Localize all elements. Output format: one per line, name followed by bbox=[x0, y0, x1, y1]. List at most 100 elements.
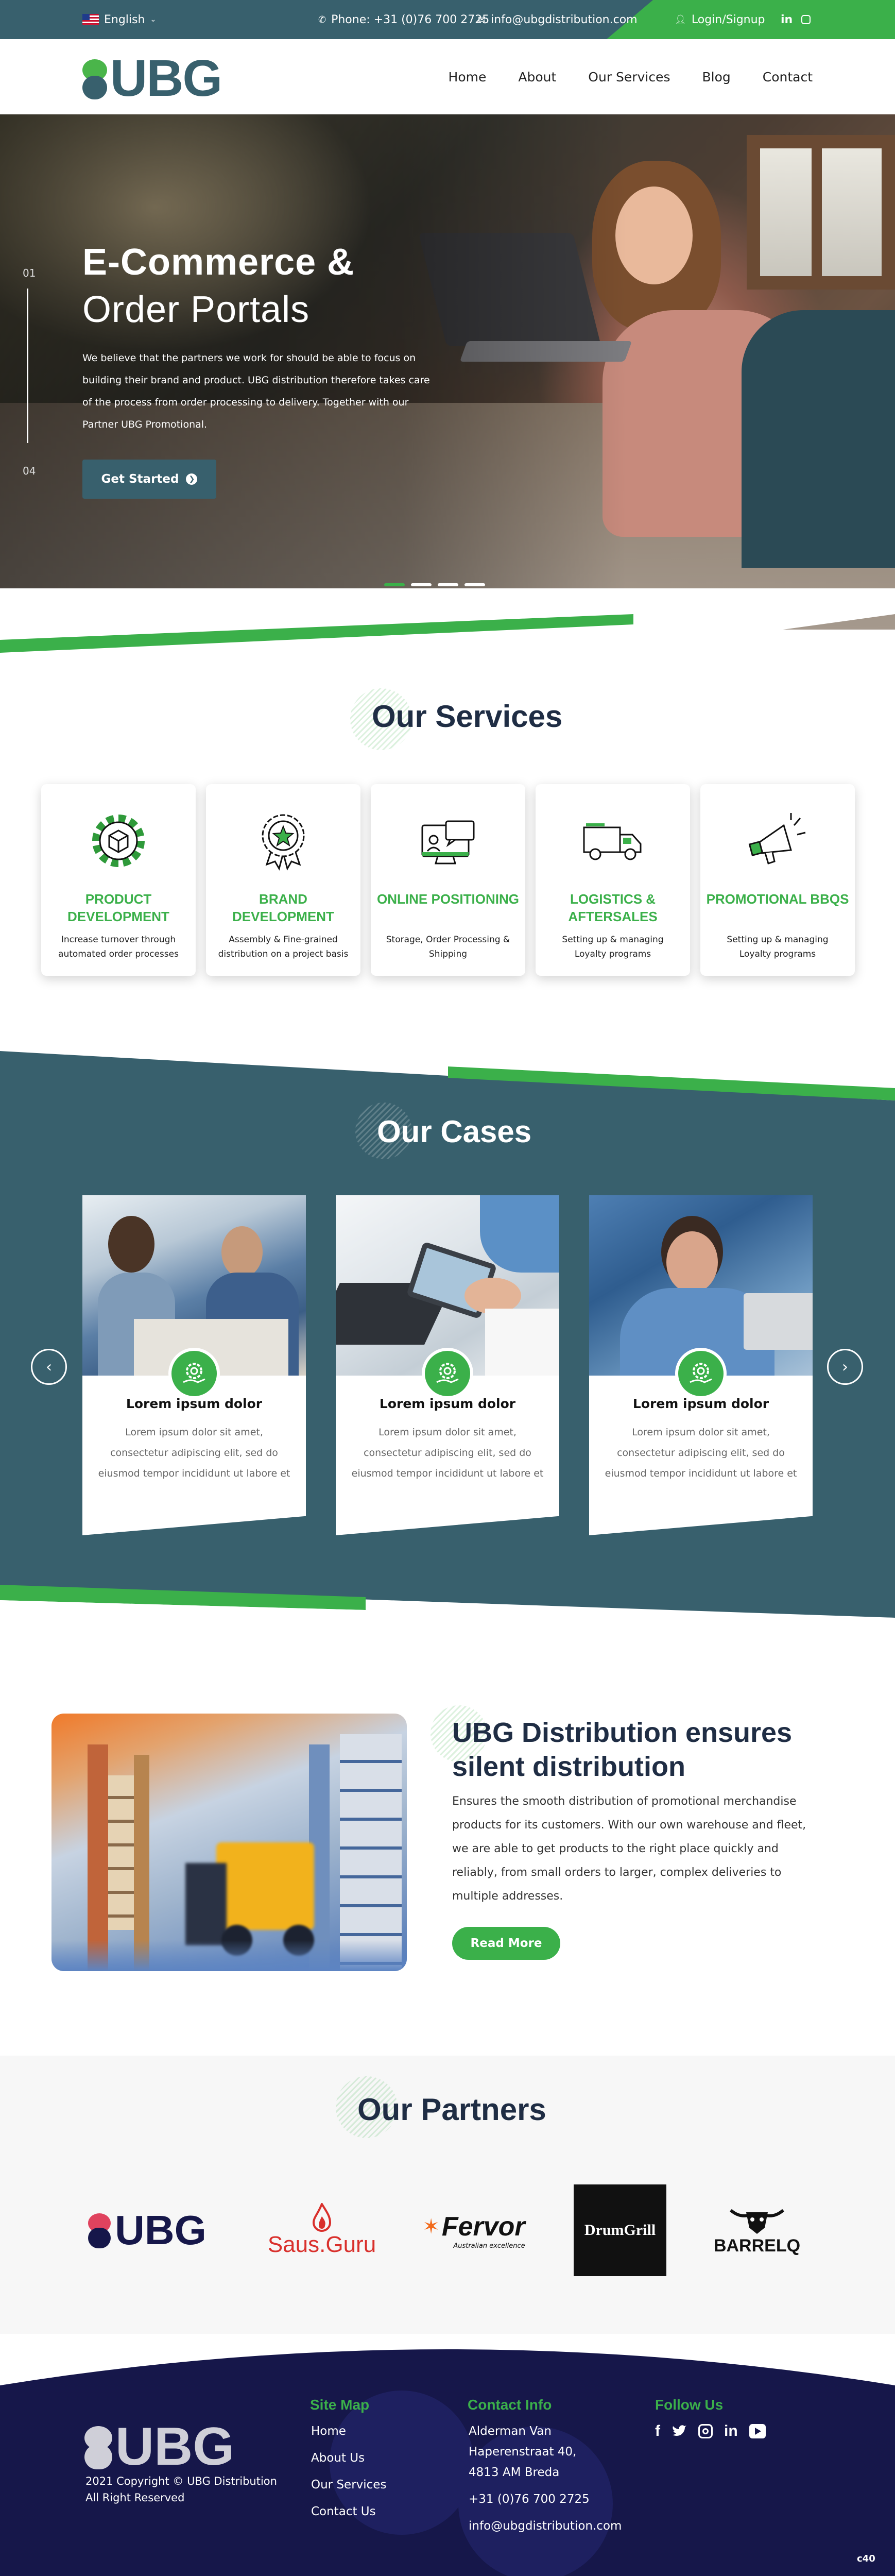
nav-blog[interactable]: Blog bbox=[702, 70, 730, 84]
partner-logo-ubg[interactable]: UBG bbox=[80, 2184, 214, 2276]
partner-logo-drumgrill[interactable]: DrumGrill bbox=[574, 2184, 666, 2276]
footer-link-contact[interactable]: Contact Us bbox=[311, 2505, 376, 2518]
service-card-promotional-bbqs[interactable]: PROMOTIONAL BBQS Setting up & managing L… bbox=[700, 784, 855, 976]
site-header: UBG Home About Our Services Blog Contact bbox=[0, 39, 895, 114]
partner-name: Saus.Guru bbox=[267, 2232, 376, 2257]
case-title: Lorem ipsum dolor bbox=[379, 1396, 516, 1411]
nav-about[interactable]: About bbox=[518, 70, 556, 84]
footer-link-about[interactable]: About Us bbox=[311, 2451, 365, 2465]
get-started-button[interactable]: Get Started ❯ bbox=[82, 460, 216, 499]
user-icon: 👤︎ bbox=[675, 14, 686, 25]
phone-link[interactable]: ✆ Phone: +31 (0)76 700 2725 bbox=[318, 0, 489, 39]
partner-logo-saus-guru[interactable]: Saus.Guru bbox=[257, 2184, 386, 2276]
nav-our-services[interactable]: Our Services bbox=[588, 70, 670, 84]
hero-description: We believe that the partners we work for… bbox=[82, 352, 430, 430]
footer-link-home[interactable]: Home bbox=[311, 2425, 346, 2438]
twitter-icon[interactable] bbox=[672, 2425, 687, 2438]
logo-mark-icon bbox=[88, 2212, 111, 2248]
instagram-link[interactable] bbox=[801, 0, 811, 39]
case-card[interactable]: Lorem ipsum dolor Lorem ipsum dolor sit … bbox=[82, 1195, 306, 1535]
cases-prev-button[interactable]: ‹ bbox=[31, 1349, 67, 1385]
linkedin-link[interactable]: in bbox=[781, 0, 793, 39]
footer-email[interactable]: info@ubgdistribution.com bbox=[469, 2519, 622, 2533]
email-text: info@ubgdistribution.com bbox=[491, 13, 638, 26]
partner-logo-fervor[interactable]: ✶ Fervor Australian excellence bbox=[412, 2184, 536, 2276]
read-more-button[interactable]: Read More bbox=[452, 1927, 560, 1960]
credit-text[interactable]: c40 bbox=[857, 2553, 875, 2564]
star-burst-icon: ✶ bbox=[422, 2214, 440, 2239]
footer-social-links: f in bbox=[655, 2422, 766, 2440]
service-card-online-positioning[interactable]: ONLINE POSITIONING Storage, Order Proces… bbox=[371, 784, 525, 976]
slider-dot-1[interactable] bbox=[384, 583, 405, 586]
footer-link-services[interactable]: Our Services bbox=[311, 2478, 386, 2492]
linkedin-icon: in bbox=[781, 13, 793, 26]
monitor-chat-icon bbox=[421, 820, 475, 865]
service-card-product-development[interactable]: PRODUCT DEVELOPMENT Increase turnover th… bbox=[41, 784, 196, 976]
youtube-icon[interactable] bbox=[749, 2424, 766, 2438]
service-title: PRODUCT DEVELOPMENT bbox=[67, 891, 169, 924]
cases-next-button[interactable]: › bbox=[827, 1349, 863, 1385]
nav-contact[interactable]: Contact bbox=[763, 70, 813, 84]
gear-hand-icon bbox=[422, 1348, 473, 1399]
slider-dot-4[interactable] bbox=[464, 583, 485, 586]
site-logo[interactable]: UBG bbox=[82, 49, 222, 107]
service-title: ONLINE POSITIONING bbox=[377, 891, 519, 907]
partners-title: Our Partners bbox=[357, 2092, 546, 2127]
services-title: Our Services bbox=[372, 699, 563, 734]
facebook-icon[interactable]: f bbox=[655, 2422, 660, 2440]
address-line-1: Alderman Van bbox=[469, 2425, 552, 2438]
footer-phone[interactable]: +31 (0)76 700 2725 bbox=[469, 2493, 590, 2506]
service-title: BRAND DEVELOPMENT bbox=[232, 891, 334, 924]
service-desc: Assembly & Fine-grained distribution on … bbox=[218, 935, 349, 959]
gear-hand-icon bbox=[168, 1348, 220, 1399]
case-title: Lorem ipsum dolor bbox=[126, 1396, 263, 1411]
email-link[interactable]: ✉ info@ubgdistribution.com bbox=[478, 0, 638, 39]
logo-text: UBG bbox=[110, 49, 222, 107]
language-selector[interactable]: English ⌄ bbox=[82, 0, 156, 39]
award-star-icon bbox=[262, 814, 305, 871]
slider-dot-2[interactable] bbox=[411, 583, 432, 586]
instagram-icon[interactable] bbox=[698, 2424, 713, 2438]
chevron-down-icon: ⌄ bbox=[150, 15, 157, 24]
footer-logo[interactable]: UBG bbox=[84, 2416, 234, 2478]
chevron-right-icon: › bbox=[842, 1358, 848, 1376]
address-line-3: 4813 AM Breda bbox=[469, 2466, 560, 2479]
partner-name: BARRELQ bbox=[713, 2235, 801, 2256]
cases-title: Our Cases bbox=[377, 1114, 532, 1149]
service-title: PROMOTIONAL BBQS bbox=[706, 891, 849, 907]
logo-mark-icon bbox=[82, 57, 107, 99]
case-text: Lorem ipsum dolor sit amet, consectetur … bbox=[98, 1427, 290, 1479]
copyright-text: 2021 Copyright © UBG Distribution bbox=[85, 2475, 277, 2487]
case-card[interactable]: Lorem ipsum dolor Lorem ipsum dolor sit … bbox=[589, 1195, 813, 1535]
language-label: English bbox=[104, 13, 145, 26]
service-desc: Setting up & managing Loyalty programs bbox=[562, 935, 664, 959]
hero-title-line1: E-Commerce & bbox=[82, 242, 355, 283]
logo-mark-icon bbox=[84, 2425, 112, 2469]
nav-home[interactable]: Home bbox=[449, 70, 487, 84]
rights-text: All Right Reserved bbox=[85, 2492, 185, 2504]
bull-skull-icon bbox=[730, 2209, 784, 2234]
gear-box-icon bbox=[92, 815, 145, 867]
truck-icon bbox=[583, 823, 642, 860]
us-flag-icon bbox=[82, 14, 99, 25]
partner-name: DrumGrill bbox=[584, 2222, 656, 2239]
hero-bottom-divider bbox=[0, 588, 895, 655]
slide-total: 04 bbox=[23, 465, 36, 477]
partner-logo-barrelq[interactable]: BARRELQ bbox=[711, 2184, 803, 2276]
service-card-brand-development[interactable]: BRAND DEVELOPMENT Assembly & Fine-graine… bbox=[206, 784, 360, 976]
case-card[interactable]: Lorem ipsum dolor Lorem ipsum dolor sit … bbox=[336, 1195, 559, 1535]
footer-logo-text: UBG bbox=[115, 2417, 235, 2477]
case-text: Lorem ipsum dolor sit amet, consectetur … bbox=[351, 1427, 544, 1479]
get-started-label: Get Started bbox=[101, 472, 179, 486]
linkedin-icon[interactable]: in bbox=[724, 2422, 738, 2440]
flame-icon bbox=[312, 2203, 332, 2232]
service-card-logistics-aftersales[interactable]: LOGISTICS & AFTERSALES Setting up & mana… bbox=[536, 784, 690, 976]
contact-title: Contact Info bbox=[468, 2397, 552, 2413]
hero-slider: 01 04 E-Commerce & Order Portals We beli… bbox=[0, 114, 895, 630]
instagram-icon bbox=[801, 15, 811, 24]
slider-dot-3[interactable] bbox=[438, 583, 458, 586]
login-link[interactable]: 👤︎ Login/Signup bbox=[675, 0, 765, 39]
main-nav: Home About Our Services Blog Contact bbox=[449, 39, 813, 114]
top-bar: English ⌄ ✆ Phone: +31 (0)76 700 2725 ✉ … bbox=[0, 0, 895, 39]
distribution-text: Ensures the smooth distribution of promo… bbox=[452, 1795, 806, 1903]
